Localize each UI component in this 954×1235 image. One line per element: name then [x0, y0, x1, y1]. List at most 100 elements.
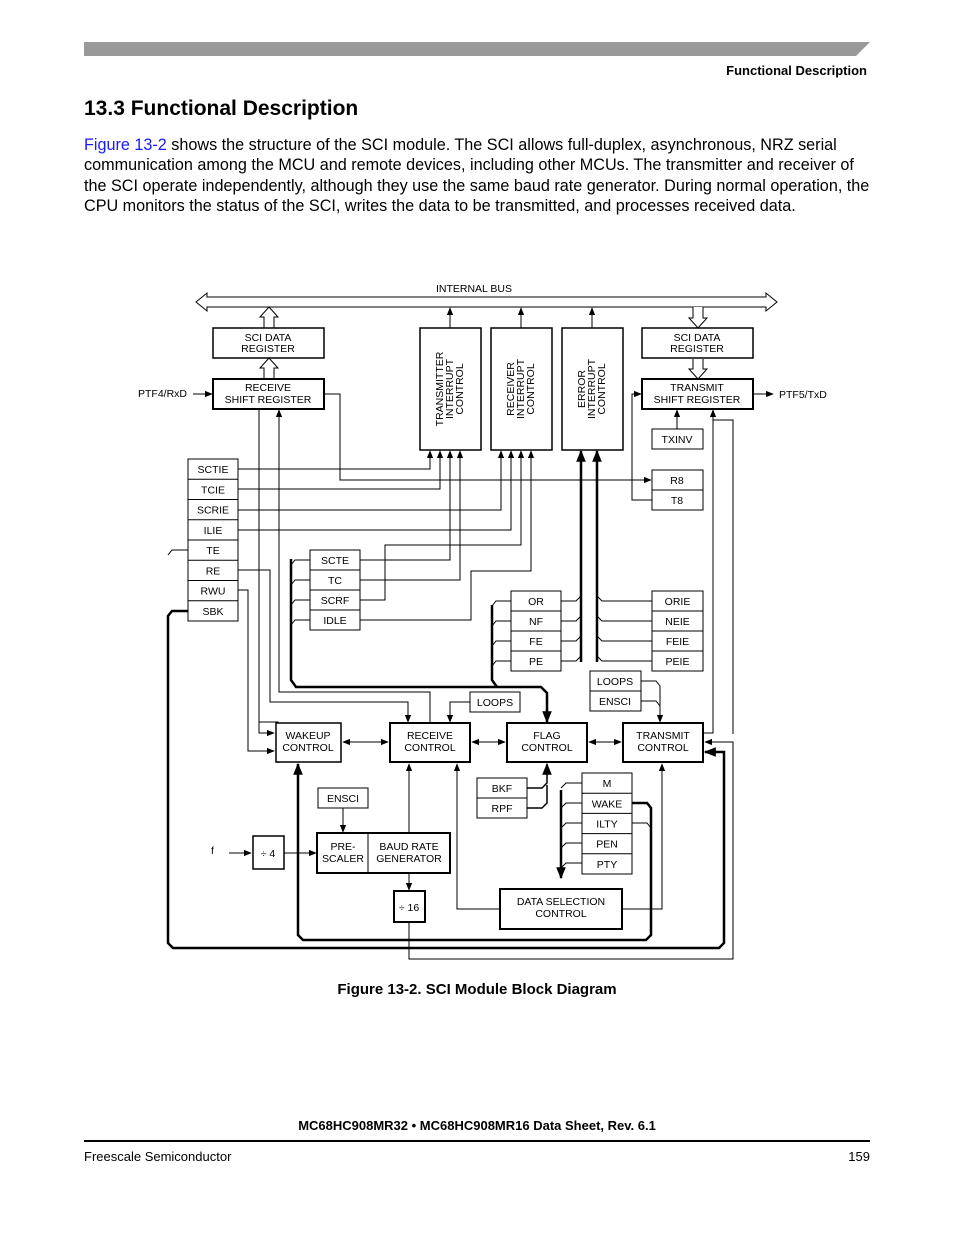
error-enable-bits: ORIE NEIE FEIE PEIE — [651, 590, 704, 672]
svg-text:CONTROL: CONTROL — [521, 742, 572, 754]
control-register-bits: SCTIE TCIE SCRIE ILIE TE RE RWU SBK — [187, 458, 239, 622]
svg-text:CONTROL: CONTROL — [596, 363, 608, 414]
error-interrupt-control: ERROR INTERRUPT CONTROL — [561, 327, 624, 451]
bit-pen: PEN — [596, 839, 618, 851]
bit-scte: SCTE — [321, 555, 349, 567]
svg-text:LOOPS: LOOPS — [477, 697, 513, 709]
bit-peie: PEIE — [666, 656, 690, 668]
svg-text:SHIFT REGISTER: SHIFT REGISTER — [654, 394, 741, 406]
bit-pe: PE — [529, 656, 543, 668]
svg-text:FLAG: FLAG — [533, 730, 560, 742]
sci-block-diagram: INTERNAL BUS SCI DATA REGISTER RECEIVE S… — [138, 283, 827, 960]
tx-data-to-shift-arrow — [687, 359, 709, 380]
svg-text:LOOPS: LOOPS — [597, 676, 633, 688]
receive-control: RECEIVE CONTROL — [389, 722, 471, 763]
svg-text:÷ 16: ÷ 16 — [399, 902, 420, 914]
svg-text:REGISTER: REGISTER — [241, 343, 295, 355]
bit-scrf: SCRF — [321, 595, 350, 607]
bit-re: RE — [206, 565, 221, 577]
r8-t8-bits: R8 T8 — [651, 469, 704, 511]
svg-text:SHIFT REGISTER: SHIFT REGISTER — [225, 394, 312, 406]
clock-input-label: f — [211, 845, 214, 857]
txd-pin-label: PTF5/TxD — [779, 389, 827, 401]
footer-document-title: MC68HC908MR32 • MC68HC908MR16 Data Sheet… — [298, 1118, 656, 1133]
footer-rule — [84, 1140, 870, 1142]
bit-ilie: ILIE — [204, 525, 223, 537]
bit-te: TE — [206, 545, 219, 557]
svg-text:ENSCI: ENSCI — [327, 793, 359, 805]
svg-text:SCALER: SCALER — [322, 853, 364, 865]
bit-feie: FEIE — [666, 636, 689, 648]
figure-caption: Figure 13-2. SCI Module Block Diagram — [337, 981, 617, 998]
baud-rate-generator-label: BAUD RATE — [379, 841, 438, 853]
bit-rwu: RWU — [201, 586, 226, 598]
error-flag-bits: OR NF FE PE — [510, 590, 562, 672]
rxd-pin-label: PTF4/RxD — [138, 388, 187, 400]
svg-text:TRANSMIT: TRANSMIT — [636, 730, 690, 742]
svg-text:BKF: BKF — [492, 783, 512, 795]
r8-label: R8 — [670, 475, 684, 487]
loops-bit-rx: LOOPS — [469, 691, 521, 713]
bus-to-tx-data-arrow — [687, 307, 709, 329]
t8-label: T8 — [671, 495, 683, 507]
prescaler-baud-rate-generator: PRE- SCALER BAUD RATE GENERATOR — [316, 832, 451, 874]
data-selection-control: DATA SELECTION CONTROL — [499, 888, 623, 930]
sci-data-register-tx: SCI DATA REGISTER — [641, 327, 754, 359]
footer-company: Freescale Semiconductor — [84, 1149, 232, 1164]
bit-pty: PTY — [597, 859, 617, 871]
transmit-control: TRANSMIT CONTROL — [622, 722, 704, 763]
flag-control: FLAG CONTROL — [506, 722, 588, 763]
bit-scrie: SCRIE — [197, 505, 229, 517]
prescaler-label: PRE- — [330, 841, 356, 853]
sci-data-register-rx: SCI DATA REGISTER — [212, 327, 325, 359]
svg-text:RECEIVE: RECEIVE — [407, 730, 453, 742]
bit-ilty: ILTY — [596, 819, 617, 831]
svg-text:CONTROL: CONTROL — [525, 363, 537, 414]
svg-text:TRANSMIT: TRANSMIT — [670, 382, 724, 394]
loops-ensci-bits-tx: LOOPS ENSCI — [589, 670, 642, 712]
bit-tc: TC — [328, 575, 342, 587]
svg-text:GENERATOR: GENERATOR — [376, 853, 442, 865]
txinv-bit: TXINV — [651, 428, 704, 450]
divide-by-16: ÷ 16 — [393, 890, 426, 923]
receiver-interrupt-control: RECEIVER INTERRUPT CONTROL — [490, 327, 553, 451]
format-bits: M WAKE ILTY PEN PTY — [581, 772, 633, 875]
transmit-shift-register: TRANSMIT SHIFT REGISTER — [641, 378, 754, 410]
bit-or: OR — [528, 596, 544, 608]
transmitter-interrupt-control: TRANSMITTER INTERRUPT CONTROL — [419, 327, 482, 451]
svg-text:DATA SELECTION: DATA SELECTION — [517, 896, 605, 908]
svg-text:÷ 4: ÷ 4 — [261, 848, 276, 860]
page-number: 159 — [848, 1149, 870, 1164]
wakeup-control: WAKEUP CONTROL — [275, 722, 342, 763]
svg-text:CONTROL: CONTROL — [454, 363, 466, 414]
bit-wake: WAKE — [592, 798, 623, 810]
bit-orie: ORIE — [665, 596, 691, 608]
break-bits: BKF RPF — [476, 777, 528, 819]
bit-fe: FE — [529, 636, 542, 648]
svg-text:TXINV: TXINV — [662, 434, 693, 446]
svg-text:CONTROL: CONTROL — [637, 742, 688, 754]
status-register-bits: SCTE TC SCRF IDLE — [309, 549, 361, 631]
svg-text:RECEIVE: RECEIVE — [245, 382, 291, 394]
rx-shift-to-data-arrow — [258, 357, 280, 378]
ensci-bit-prescaler: ENSCI — [317, 787, 369, 809]
bit-sbk: SBK — [202, 606, 223, 618]
internal-bus-label: INTERNAL BUS — [436, 283, 512, 295]
receive-shift-register: RECEIVE SHIFT REGISTER — [212, 378, 325, 410]
bit-sctie: SCTIE — [198, 464, 229, 476]
bit-tcie: TCIE — [201, 484, 225, 496]
svg-text:WAKEUP: WAKEUP — [285, 730, 330, 742]
svg-text:CONTROL: CONTROL — [404, 742, 455, 754]
divide-by-4: ÷ 4 — [252, 835, 285, 870]
svg-text:RPF: RPF — [492, 803, 513, 815]
bit-idle: IDLE — [323, 615, 346, 627]
bit-m: M — [603, 778, 612, 790]
svg-text:REGISTER: REGISTER — [670, 343, 724, 355]
svg-text:CONTROL: CONTROL — [282, 742, 333, 754]
rx-data-to-bus-arrow — [258, 306, 280, 328]
bit-nf: NF — [529, 616, 543, 628]
svg-text:ENSCI: ENSCI — [599, 696, 631, 708]
svg-text:CONTROL: CONTROL — [535, 908, 586, 920]
bit-neie: NEIE — [665, 616, 690, 628]
internal-bus: INTERNAL BUS — [195, 283, 778, 313]
